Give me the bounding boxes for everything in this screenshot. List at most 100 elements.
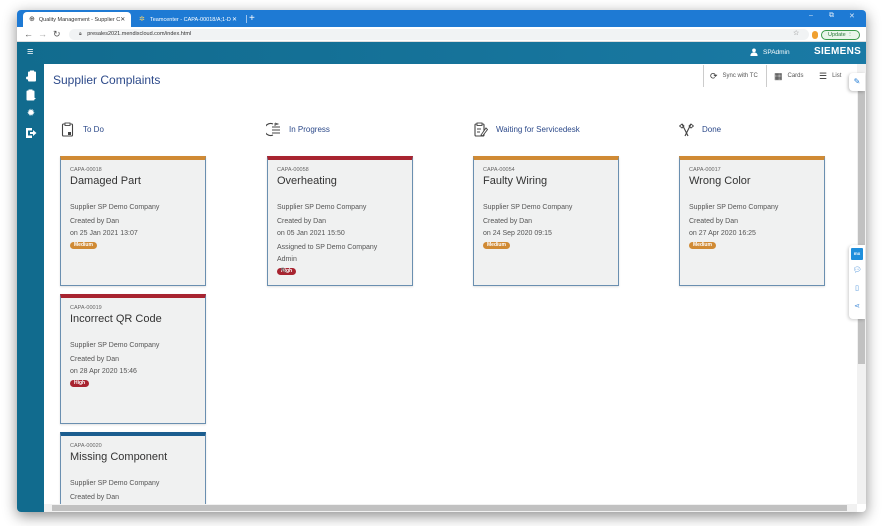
card-created-by: Created by Dan bbox=[70, 356, 120, 363]
column-header-in-progress: In Progress bbox=[266, 122, 330, 137]
card-id: CAPA-00058 bbox=[277, 167, 309, 173]
card-created-by: Created by Dan bbox=[70, 218, 120, 225]
grid-icon: ▦ bbox=[774, 70, 783, 81]
column-title: To Do bbox=[83, 125, 104, 134]
tab-strip: ⊕ Quality Management - Supplier C ✕ ✲ Te… bbox=[17, 10, 866, 27]
clipboard-icon bbox=[61, 122, 74, 137]
card-id: CAPA-00019 bbox=[70, 305, 102, 311]
card-title: Damaged Part bbox=[70, 175, 141, 187]
minimize-button[interactable]: – bbox=[809, 12, 813, 19]
tab-label: Teamcenter - CAPA-00018/A;1-D bbox=[150, 16, 231, 23]
card-created-by: Created by Dan bbox=[70, 494, 120, 501]
forward-icon[interactable]: → bbox=[38, 28, 47, 41]
main-content: Supplier Complaints ⟳ Sync with TC ▦ Car… bbox=[44, 64, 857, 504]
back-icon[interactable]: ← bbox=[24, 28, 33, 41]
column-title: Done bbox=[702, 125, 722, 134]
user-icon bbox=[750, 48, 758, 56]
card-created-on: on 24 Sep 2020 09:15 bbox=[483, 230, 552, 237]
list-view-button[interactable]: ☰ List bbox=[819, 65, 841, 87]
column-header-done: Done bbox=[679, 122, 721, 137]
clipboard-user-icon[interactable] bbox=[25, 70, 37, 82]
browser-window: ⊕ Quality Management - Supplier C ✕ ✲ Te… bbox=[17, 10, 866, 512]
list-icon: ☰ bbox=[819, 70, 828, 81]
new-tab-button[interactable]: + bbox=[249, 12, 255, 25]
complaint-card[interactable]: CAPA-00054 Faulty Wiring Supplier SP Dem… bbox=[473, 156, 619, 286]
mendix-icon[interactable]: mx bbox=[851, 248, 863, 260]
column-title: Waiting for Servicedesk bbox=[496, 125, 580, 134]
cards-view-button[interactable]: ▦ Cards bbox=[774, 65, 804, 87]
card-created-on: on 25 Jan 2021 13:07 bbox=[70, 230, 138, 237]
url-text: presales2021.mendixcloud.com/index.html bbox=[87, 31, 192, 37]
user-menu[interactable]: SPAdmin bbox=[750, 48, 790, 56]
scroll-thumb[interactable] bbox=[52, 505, 847, 511]
clipboard-edit-icon bbox=[474, 122, 488, 137]
lock-icon: 🔒︎ bbox=[79, 31, 82, 37]
restore-button[interactable]: ⧉ bbox=[829, 12, 834, 20]
card-supplier: Supplier SP Demo Company bbox=[483, 204, 573, 211]
card-created-on: on 28 Apr 2020 15:46 bbox=[70, 368, 137, 375]
card-id: CAPA-00054 bbox=[483, 167, 515, 173]
card-id: CAPA-00017 bbox=[689, 167, 721, 173]
card-title: Wrong Color bbox=[689, 175, 751, 187]
clipboard-arrow-icon[interactable] bbox=[25, 89, 37, 101]
update-label: Update bbox=[828, 32, 846, 38]
siemens-logo: SIEMENS bbox=[814, 46, 862, 57]
bookmark-star-icon[interactable]: ☆ bbox=[793, 29, 799, 37]
share-icon[interactable]: ⋖ bbox=[851, 301, 863, 313]
card-created-on: on 27 Apr 2020 16:25 bbox=[689, 230, 756, 237]
tab-teamcenter[interactable]: ✲ Teamcenter - CAPA-00018/A;1-D ✕ bbox=[133, 12, 243, 27]
close-tab-icon[interactable]: ✕ bbox=[232, 16, 237, 23]
feedback-icon[interactable]: 💬︎ bbox=[851, 265, 863, 277]
priority-badge: Medium bbox=[689, 242, 716, 249]
url-input[interactable]: 🔒︎ presales2021.mendixcloud.com/index.ht… bbox=[69, 29, 809, 40]
close-window-button[interactable]: ✕ bbox=[849, 12, 855, 20]
cards-label: Cards bbox=[787, 73, 804, 79]
complaint-card[interactable]: CAPA-00019 Incorrect QR Code Supplier SP… bbox=[60, 294, 206, 424]
card-assigned: Assigned to SP Demo Company bbox=[277, 244, 378, 251]
tab-quality-management[interactable]: ⊕ Quality Management - Supplier C ✕ bbox=[23, 12, 131, 27]
card-supplier: Supplier SP Demo Company bbox=[70, 480, 160, 487]
address-bar: ← → ↻ 🔒︎ presales2021.mendixcloud.com/in… bbox=[17, 27, 866, 42]
card-created-on: on 05 Jan 2021 15:50 bbox=[277, 230, 345, 237]
sign-out-icon[interactable] bbox=[25, 127, 37, 139]
complaint-card[interactable]: CAPA-00017 Wrong Color Supplier SP Demo … bbox=[679, 156, 825, 286]
card-created-by: Created by Dan bbox=[689, 218, 739, 225]
card-title: Faulty Wiring bbox=[483, 175, 548, 187]
column-header-to-do: To Do bbox=[60, 122, 104, 137]
sync-with-tc-button[interactable]: ⟳ Sync with TC bbox=[703, 65, 767, 87]
scroll-thumb[interactable] bbox=[858, 74, 865, 364]
complaint-card[interactable]: CAPA-00018 Damaged Part Supplier SP Demo… bbox=[60, 156, 206, 286]
priority-badge: High bbox=[70, 380, 90, 387]
globe-icon: ⊕ bbox=[29, 16, 35, 23]
mobile-icon[interactable]: ▯ bbox=[851, 283, 863, 295]
tab-separator bbox=[246, 15, 247, 23]
hamburger-icon[interactable]: ≡ bbox=[27, 46, 33, 58]
extension-icon[interactable] bbox=[812, 31, 818, 39]
card-id: CAPA-00018 bbox=[70, 167, 102, 173]
side-tools-panel: mx 💬︎ ▯ ⋖ bbox=[849, 245, 865, 319]
update-button[interactable]: Update ⋮ bbox=[821, 30, 860, 40]
complaint-card[interactable]: CAPA-00020 Missing Component Supplier SP… bbox=[60, 432, 206, 504]
edit-pencil-button[interactable]: ✎ bbox=[849, 73, 865, 91]
gear-icon[interactable]: ✹ bbox=[25, 108, 37, 120]
card-created-by: Created by Dan bbox=[483, 218, 533, 225]
priority-badge: Medium bbox=[483, 242, 510, 249]
column-header-waiting: Waiting for Servicedesk bbox=[473, 122, 580, 137]
mouse-cursor-icon: ⇖ bbox=[280, 265, 288, 275]
card-title: Incorrect QR Code bbox=[70, 313, 162, 325]
progress-list-icon bbox=[266, 122, 280, 137]
close-tab-icon[interactable]: ✕ bbox=[120, 16, 125, 23]
list-label: List bbox=[832, 73, 842, 79]
tab-label: Quality Management - Supplier C bbox=[38, 16, 121, 23]
sync-label: Sync with TC bbox=[722, 73, 758, 79]
complaint-card[interactable]: CAPA-00058 Overheating Supplier SP Demo … bbox=[267, 156, 413, 286]
reload-icon[interactable]: ↻ bbox=[53, 28, 61, 41]
horizontal-scrollbar[interactable] bbox=[44, 504, 857, 512]
card-supplier: Supplier SP Demo Company bbox=[689, 204, 779, 211]
card-id: CAPA-00020 bbox=[70, 443, 102, 449]
flags-icon bbox=[679, 123, 694, 137]
card-title: Missing Component bbox=[70, 451, 168, 463]
card-supplier: Supplier SP Demo Company bbox=[277, 204, 367, 211]
teamcenter-icon: ✲ bbox=[139, 16, 145, 23]
priority-badge: Medium bbox=[70, 242, 97, 249]
